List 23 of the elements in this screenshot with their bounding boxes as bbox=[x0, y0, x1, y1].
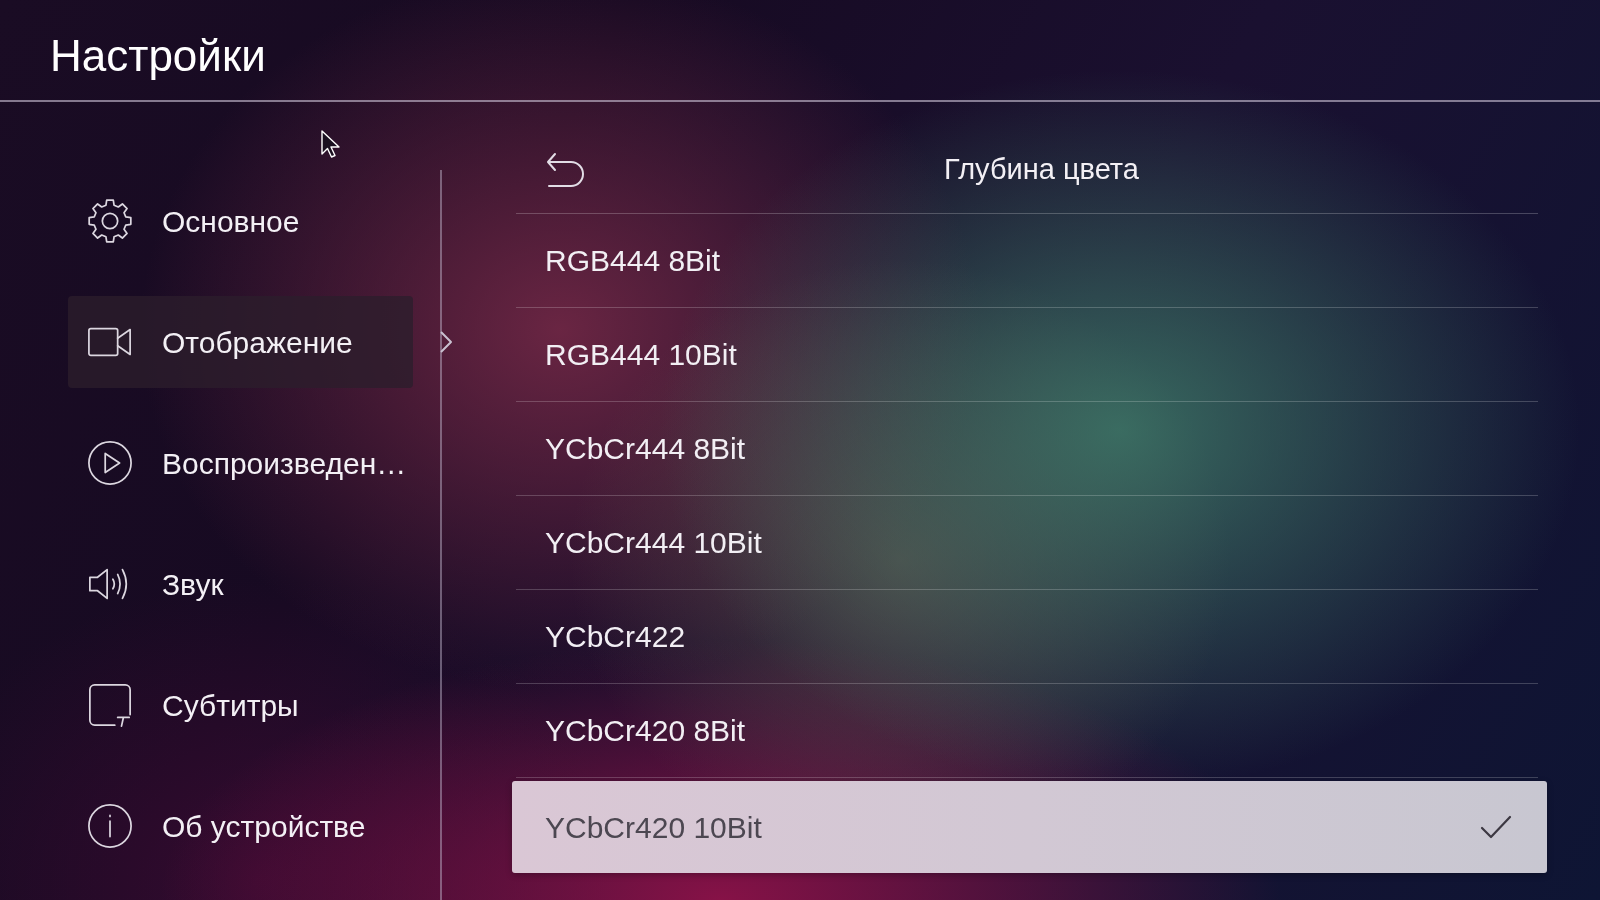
panel-title: Глубина цвета bbox=[944, 151, 1139, 187]
sidebar-item[interactable]: Воспроизведен… bbox=[68, 417, 413, 509]
page-title: Настройки bbox=[50, 31, 266, 81]
back-icon bbox=[545, 151, 586, 188]
sidebar-item[interactable]: Субтитры bbox=[68, 659, 413, 751]
subtitles-icon bbox=[87, 682, 133, 728]
option-item[interactable]: YCbCr422 bbox=[516, 590, 1538, 684]
option-item[interactable]: RGB444 8Bit bbox=[516, 214, 1538, 308]
cursor-icon bbox=[321, 130, 340, 158]
gear-icon bbox=[87, 198, 133, 244]
option-item[interactable]: YCbCr444 8Bit bbox=[516, 402, 1538, 496]
play-icon bbox=[87, 440, 133, 486]
sidebar-item[interactable]: Отображение bbox=[68, 296, 413, 388]
option-item[interactable]: YCbCr420 10Bit bbox=[512, 781, 1547, 873]
info-icon bbox=[87, 803, 133, 849]
sidebar-item[interactable]: Основное bbox=[68, 175, 413, 267]
option-item[interactable]: YCbCr420 8Bit bbox=[516, 684, 1538, 778]
option-item[interactable]: YCbCr444 10Bit bbox=[516, 496, 1538, 590]
sidebar-item[interactable]: Звук bbox=[68, 538, 413, 630]
chevron-icon bbox=[439, 331, 453, 353]
back-button[interactable] bbox=[545, 151, 586, 188]
sidebar-item[interactable]: Об устройстве bbox=[68, 780, 413, 872]
option-item[interactable]: RGB444 10Bit bbox=[516, 308, 1538, 402]
